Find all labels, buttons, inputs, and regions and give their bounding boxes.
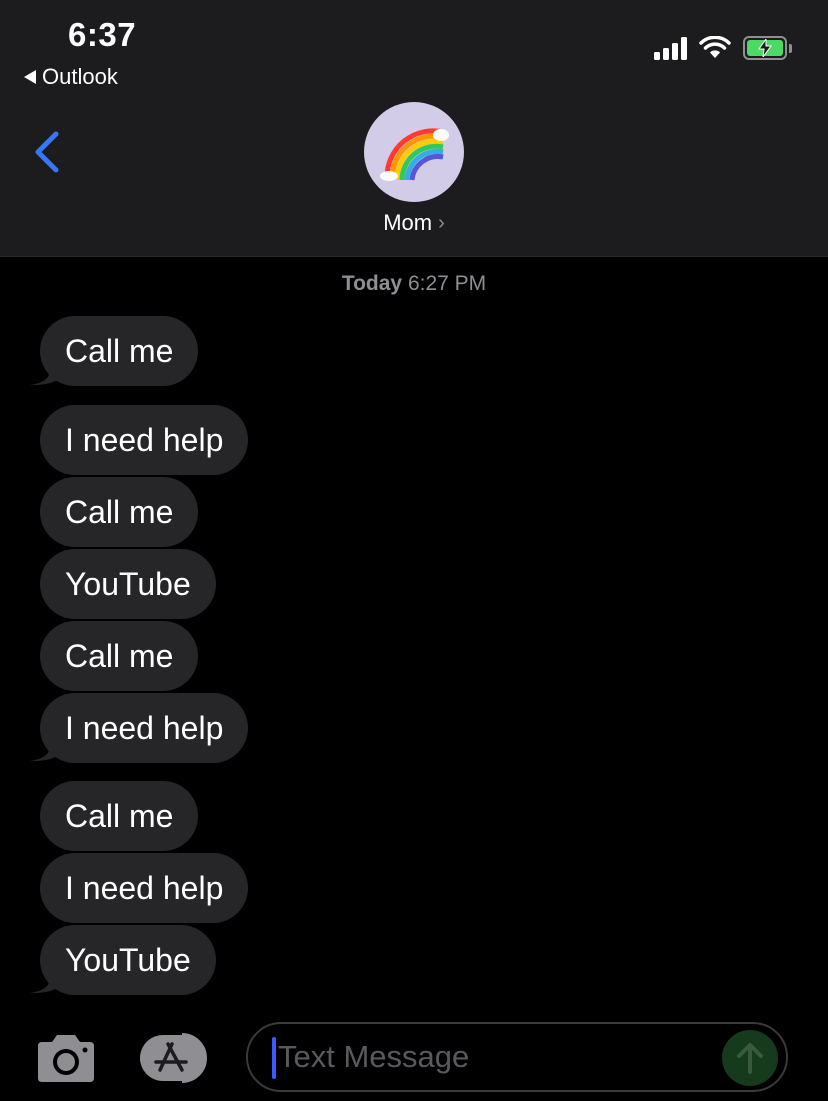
message-input[interactable]: Text Message (246, 1022, 788, 1092)
message-bubble[interactable]: I need help (40, 853, 249, 923)
timestamp-time: 6:27 PM (407, 272, 487, 295)
message-bubble[interactable]: I need help (40, 693, 249, 763)
status-time: 6:37 (68, 16, 137, 53)
cellular-signal-icon (654, 36, 687, 60)
thread-timestamp: Today 6:27 PM (0, 272, 828, 296)
rainbow-icon (380, 128, 449, 181)
chevron-right-icon: › (438, 211, 445, 234)
back-chevron-icon[interactable] (30, 128, 64, 176)
arrow-up-icon (737, 1043, 763, 1074)
contact-avatar[interactable] (364, 102, 464, 202)
messages-screen: 6:37 Outlook Mom › Today 6:27 PM Call me… (0, 0, 828, 1101)
app-store-icon[interactable] (138, 1032, 214, 1084)
text-caret (272, 1037, 276, 1079)
contact-name-button[interactable]: Mom › (0, 210, 828, 236)
send-button[interactable] (722, 1030, 778, 1086)
status-icons (654, 36, 792, 60)
message-bubble[interactable]: YouTube (40, 549, 216, 619)
wifi-icon (699, 36, 731, 58)
message-bubble[interactable]: YouTube (40, 925, 216, 995)
back-triangle-icon (24, 70, 36, 84)
message-bubble[interactable]: Call me (40, 316, 199, 386)
message-input-placeholder: Text Message (278, 1039, 470, 1074)
message-bubble[interactable]: Call me (40, 621, 199, 691)
message-composer: Text Message (0, 1012, 828, 1101)
contact-name: Mom (383, 210, 433, 235)
message-bubble[interactable]: Call me (40, 477, 199, 547)
battery-charging-icon (743, 36, 792, 60)
back-app-label: Outlook (42, 64, 118, 89)
camera-icon[interactable] (34, 1034, 98, 1084)
conversation-header: 6:37 Outlook Mom › (0, 0, 828, 257)
back-to-app-link[interactable]: Outlook (24, 64, 118, 90)
message-bubble[interactable]: I need help (40, 405, 249, 475)
timestamp-day: Today (341, 272, 403, 295)
message-bubble[interactable]: Call me (40, 781, 199, 851)
